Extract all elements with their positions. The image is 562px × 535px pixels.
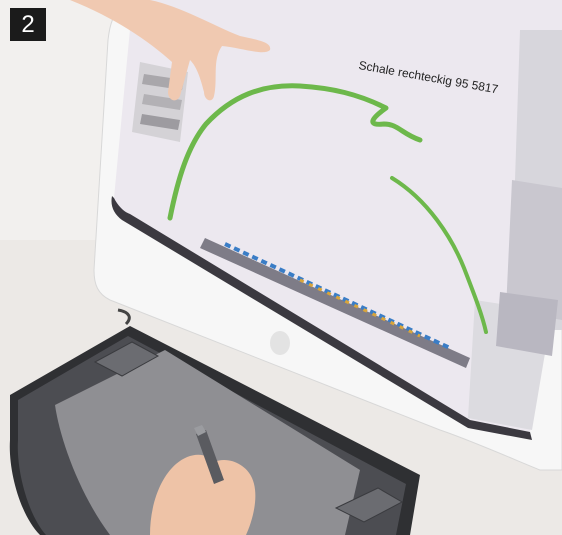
step-number-badge: 2 xyxy=(10,8,46,41)
photo-scene: 2 Schale rechteckig 95 5817 xyxy=(0,0,562,535)
